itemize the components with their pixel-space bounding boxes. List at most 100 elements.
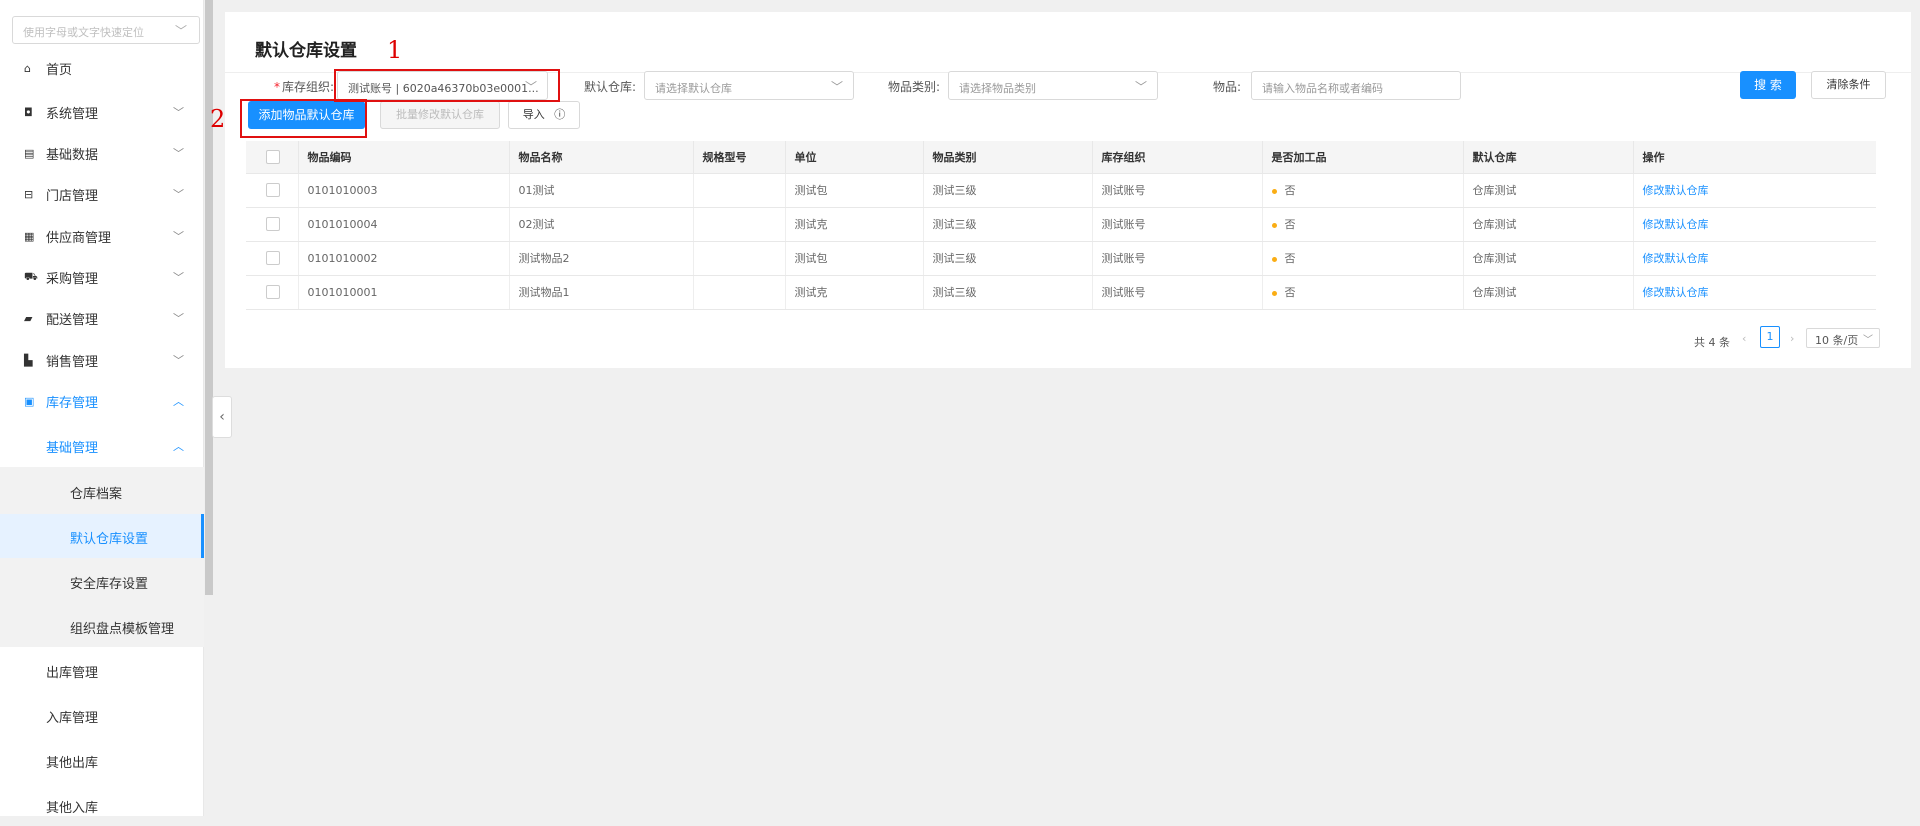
column-header: 库存组织 — [1092, 141, 1263, 174]
annotation-label-1: 1 — [387, 36, 403, 64]
menu-item-label: 出库管理 — [46, 665, 99, 681]
sidebar-collapse-button[interactable]: ‹ — [212, 396, 232, 438]
annotation-box-1 — [334, 69, 560, 102]
menu-item-basic-data[interactable]: ▤ 基础数据 ﹀ — [0, 133, 204, 173]
page-size-select[interactable]: 10 条/页 ﹀ — [1806, 328, 1880, 348]
menu-item-other-outbound[interactable]: 其他出库 — [0, 741, 204, 781]
edit-default-warehouse-link[interactable]: 修改默认仓库 — [1643, 252, 1709, 265]
menu-item-store[interactable]: ⊟ 门店管理 ﹀ — [0, 174, 204, 214]
menu-item-basic-mgmt[interactable]: 基础管理 ︿ — [0, 426, 204, 466]
column-header: 物品编码 — [298, 141, 510, 174]
warehouse-select[interactable]: 请选择默认仓库 ﹀ — [644, 71, 854, 100]
cell-org: 测试账号 — [1092, 275, 1263, 310]
cell-unit: 测试包 — [785, 241, 924, 276]
menu-item-outbound[interactable]: 出库管理 — [0, 651, 204, 691]
cell-org: 测试账号 — [1092, 207, 1263, 242]
sub-item-safety-stock[interactable]: 安全库存设置 — [0, 559, 204, 603]
sub-item-stocktake-template[interactable]: 组织盘点模板管理 — [0, 604, 204, 648]
cell-processed: 否 — [1262, 173, 1464, 208]
menu-item-home[interactable]: ⌂ 首页 — [0, 48, 204, 88]
cell-unit: 测试包 — [785, 173, 924, 208]
batch-edit-default-warehouse-button: 批量修改默认仓库 — [380, 101, 500, 129]
prev-page-icon[interactable]: ‹ — [1742, 332, 1746, 345]
menu-item-label: 采购管理 — [46, 271, 99, 287]
row-select-cell — [246, 207, 299, 242]
row-checkbox[interactable] — [266, 217, 280, 231]
menu-item-inbound[interactable]: 入库管理 — [0, 696, 204, 736]
column-header: 物品类别 — [923, 141, 1093, 174]
chevron-left-icon: ‹ — [219, 409, 225, 425]
menu-item-delivery[interactable]: ▰ 配送管理 ﹀ — [0, 298, 204, 338]
edit-default-warehouse-link[interactable]: 修改默认仓库 — [1643, 218, 1709, 231]
edit-default-warehouse-link[interactable]: 修改默认仓库 — [1643, 286, 1709, 299]
menu-item-label: 门店管理 — [46, 188, 99, 204]
cell-code: 0101010002 — [298, 241, 510, 276]
chevron-down-icon: ﹀ — [173, 271, 184, 284]
cell-spec — [693, 207, 786, 242]
cart-icon: ⛟ — [24, 269, 38, 283]
processed-value: 否 — [1284, 252, 1296, 265]
item-default-warehouse-table: 物品编码 物品名称 规格型号 单位 物品类别 库存组织 是否加工品 默认仓库 操… — [246, 141, 1876, 310]
annotation-label-2: 2 — [210, 105, 226, 133]
settings-icon: ◘ — [24, 105, 33, 119]
menu-item-label: 库存管理 — [46, 395, 99, 411]
category-filter-label: 物品类别: — [888, 80, 941, 94]
status-dot — [1271, 222, 1277, 228]
menu-item-purchase[interactable]: ⛟ 采购管理 ﹀ — [0, 257, 204, 297]
edit-default-warehouse-link[interactable]: 修改默认仓库 — [1643, 184, 1709, 197]
row-select-cell — [246, 173, 299, 208]
sidebar-scrollbar[interactable] — [205, 0, 213, 595]
menu-item-other-inbound[interactable]: 其他入库 — [0, 786, 204, 826]
cell-warehouse: 仓库测试 — [1463, 241, 1634, 276]
import-button-label: 导入 — [522, 108, 545, 121]
category-select[interactable]: 请选择物品类别 ﹀ — [948, 71, 1158, 100]
select-all-checkbox[interactable] — [266, 149, 280, 164]
sales-icon: ▙ — [24, 353, 33, 367]
row-select-cell — [246, 275, 299, 310]
sub-item-warehouse-archive[interactable]: 仓库档案 — [0, 469, 204, 513]
sidebar-search-select[interactable]: 使用字母或文字快速定位 ﹀ — [12, 16, 200, 44]
store-icon: ⊟ — [24, 187, 34, 201]
chevron-down-icon: ﹀ — [1134, 80, 1147, 94]
annotation-box-2 — [240, 99, 367, 138]
cell-action: 修改默认仓库 — [1633, 241, 1876, 276]
column-header: 是否加工品 — [1262, 141, 1464, 174]
menu-item-supplier[interactable]: ▦ 供应商管理 ﹀ — [0, 216, 204, 256]
menu-item-label: 配送管理 — [46, 312, 99, 328]
data-icon: ▤ — [24, 146, 35, 160]
search-button[interactable]: 搜 索 — [1740, 71, 1796, 99]
cell-processed: 否 — [1262, 207, 1464, 242]
menu-item-inventory[interactable]: ▣ 库存管理 ︿ — [0, 381, 204, 421]
chevron-up-icon: ︿ — [173, 440, 184, 453]
help-icon: ⓘ — [554, 108, 566, 121]
clear-conditions-button[interactable]: 清除条件 — [1811, 71, 1886, 99]
chevron-up-icon: ︿ — [173, 395, 184, 408]
table-row: 0101010002 测试物品2 测试包 测试三级 测试账号 否 仓库测试 修改… — [246, 241, 1876, 276]
cell-action: 修改默认仓库 — [1633, 207, 1876, 242]
cell-spec — [693, 275, 786, 310]
next-page-icon[interactable]: › — [1790, 332, 1794, 345]
row-checkbox[interactable] — [266, 251, 280, 265]
category-select-placeholder: 请选择物品类别 — [959, 82, 1036, 95]
menu-item-label: 基础数据 — [46, 147, 99, 163]
page-size-value: 10 条/页 — [1815, 334, 1859, 347]
menu-item-label: 其他出库 — [46, 755, 99, 771]
cell-warehouse: 仓库测试 — [1463, 173, 1634, 208]
cell-action: 修改默认仓库 — [1633, 275, 1876, 310]
chevron-down-icon: ﹀ — [1863, 335, 1873, 346]
row-checkbox[interactable] — [266, 183, 280, 197]
cell-org: 测试账号 — [1092, 241, 1263, 276]
import-button[interactable]: 导入 ⓘ — [508, 101, 580, 129]
warehouse-filter-label: 默认仓库: — [584, 80, 637, 94]
sub-item-default-warehouse[interactable]: 默认仓库设置 — [0, 514, 204, 558]
menu-item-sales[interactable]: ▙ 销售管理 ﹀ — [0, 340, 204, 380]
item-search-input[interactable]: 请输入物品名称或者编码 — [1251, 71, 1461, 100]
row-checkbox[interactable] — [266, 285, 280, 299]
row-select-cell — [246, 241, 299, 276]
menu-item-system[interactable]: ◘ 系统管理 ﹀ — [0, 92, 204, 132]
chevron-down-icon: ﹀ — [173, 188, 184, 201]
chevron-down-icon: ﹀ — [173, 230, 184, 243]
page-number-current[interactable]: 1 — [1760, 326, 1780, 348]
table-row: 0101010003 01测试 测试包 测试三级 测试账号 否 仓库测试 修改默… — [246, 173, 1876, 208]
cell-name: 测试物品2 — [509, 241, 694, 276]
